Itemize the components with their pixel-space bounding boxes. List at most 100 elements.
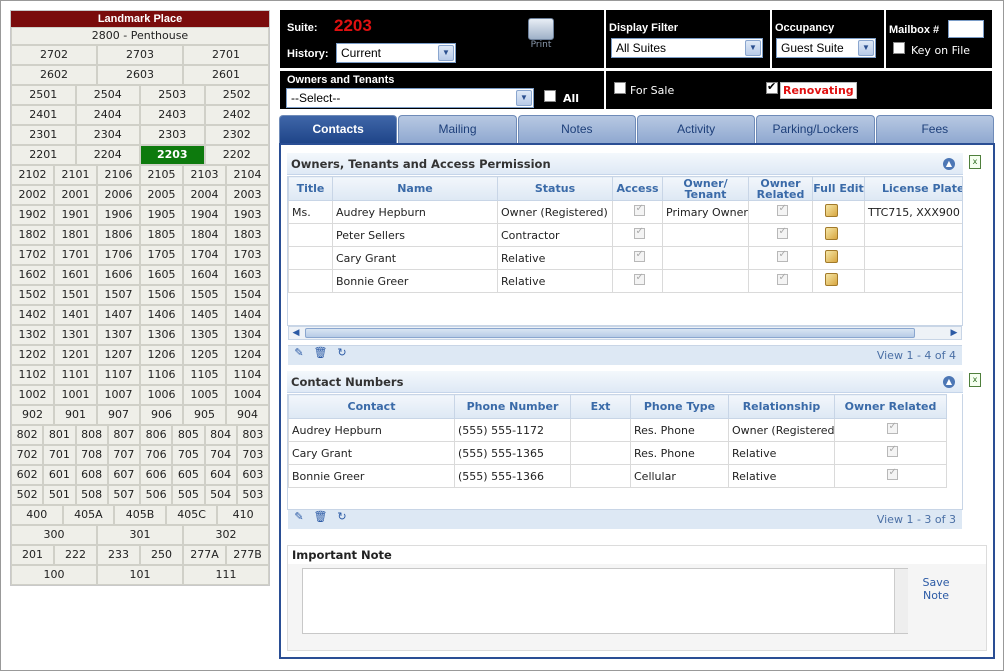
owners-col-header[interactable]: Title	[288, 176, 333, 201]
suite-cell-2104[interactable]: 2104	[226, 165, 269, 185]
suite-cell-503[interactable]: 503	[236, 485, 269, 505]
owners-col-header[interactable]: Access	[612, 176, 663, 201]
suite-cell-1702[interactable]: 1702	[11, 245, 54, 265]
suite-cell-601[interactable]: 601	[43, 465, 76, 485]
suite-cell-2602[interactable]: 2602	[11, 65, 97, 85]
suite-cell-1704[interactable]: 1704	[183, 245, 226, 265]
mailbox-input[interactable]	[948, 20, 984, 38]
suite-cell-807[interactable]: 807	[107, 425, 140, 445]
suite-cell-1803[interactable]: 1803	[226, 225, 269, 245]
horizontal-scrollbar[interactable]: ◀ ▶	[288, 326, 962, 340]
owners-col-header[interactable]: Name	[332, 176, 498, 201]
owners-col-header[interactable]: Status	[497, 176, 613, 201]
suite-cell-506[interactable]: 506	[140, 485, 173, 505]
history-select[interactable]: Current ▼	[336, 43, 456, 63]
refresh-icon[interactable]: ↻	[335, 510, 349, 523]
suite-cell-100[interactable]: 100	[11, 565, 97, 585]
suite-cell-2001[interactable]: 2001	[54, 185, 97, 205]
renovating-checkbox[interactable]	[766, 80, 778, 94]
owner-related-checkbox[interactable]	[886, 421, 898, 434]
suite-cell-2105[interactable]: 2105	[140, 165, 183, 185]
suite-cell-708[interactable]: 708	[75, 445, 108, 465]
suite-cell-1906[interactable]: 1906	[97, 205, 140, 225]
suite-cell-704[interactable]: 704	[204, 445, 237, 465]
owners-col-header[interactable]: License Plates	[864, 176, 962, 201]
suite-cell-301[interactable]: 301	[97, 525, 183, 545]
suite-cell-1701[interactable]: 1701	[54, 245, 97, 265]
access-checkbox[interactable]	[633, 272, 645, 285]
suite-cell-604[interactable]: 604	[204, 465, 237, 485]
contacts-col-header[interactable]: Relationship	[728, 394, 835, 419]
full-edit-icon[interactable]	[825, 204, 838, 217]
suite-cell-302[interactable]: 302	[183, 525, 269, 545]
suite-cell-1407[interactable]: 1407	[97, 305, 140, 325]
suite-cell-1805[interactable]: 1805	[140, 225, 183, 245]
refresh-icon[interactable]: ↻	[335, 346, 349, 359]
suite-cell-222[interactable]: 222	[54, 545, 97, 565]
suite-cell-1207[interactable]: 1207	[97, 345, 140, 365]
print-button[interactable]: Print	[527, 18, 555, 50]
suite-cell-1201[interactable]: 1201	[54, 345, 97, 365]
suite-cell-605[interactable]: 605	[172, 465, 205, 485]
suite-cell-1601[interactable]: 1601	[54, 265, 97, 285]
suite-cell-2404[interactable]: 2404	[75, 105, 140, 125]
suite-cell-1304[interactable]: 1304	[226, 325, 269, 345]
contacts-col-header[interactable]: Phone Number	[454, 394, 571, 419]
owner-related-checkbox[interactable]	[886, 444, 898, 457]
suite-cell-2203[interactable]: 2203	[140, 145, 205, 165]
suite-cell-410[interactable]: 410	[217, 505, 269, 525]
suite-cell-2304[interactable]: 2304	[75, 125, 140, 145]
suite-cell-2402[interactable]: 2402	[204, 105, 269, 125]
suite-cell-2503[interactable]: 2503	[140, 85, 205, 105]
table-row[interactable]: Cary Grant (555) 555-1365 Res. Phone Relati…	[288, 441, 947, 465]
suite-cell-1603[interactable]: 1603	[226, 265, 269, 285]
owners-col-header[interactable]: Owner/ Tenant	[662, 176, 749, 201]
suite-cell-1302[interactable]: 1302	[11, 325, 54, 345]
suite-cell-2002[interactable]: 2002	[11, 185, 54, 205]
suite-cell-1703[interactable]: 1703	[226, 245, 269, 265]
suite-cell-233[interactable]: 233	[97, 545, 140, 565]
suite-cell-2702[interactable]: 2702	[11, 45, 97, 65]
suite-cell-1602[interactable]: 1602	[11, 265, 54, 285]
contacts-col-header[interactable]: Ext	[570, 394, 631, 419]
suite-cell-2103[interactable]: 2103	[183, 165, 226, 185]
key-on-file-checkbox[interactable]	[893, 42, 905, 54]
suite-cell-907[interactable]: 907	[97, 405, 140, 425]
suite-cell-1406[interactable]: 1406	[140, 305, 183, 325]
suite-cell-1902[interactable]: 1902	[11, 205, 54, 225]
suite-cell-1901[interactable]: 1901	[54, 205, 97, 225]
suite-cell-1204[interactable]: 1204	[226, 345, 269, 365]
export-excel-icon[interactable]: x	[969, 155, 981, 169]
suite-cell-1002[interactable]: 1002	[11, 385, 54, 405]
suite-cell-1205[interactable]: 1205	[183, 345, 226, 365]
suite-cell-277a[interactable]: 277A	[183, 545, 226, 565]
suite-cell-2703[interactable]: 2703	[97, 45, 183, 65]
suite-cell-277b[interactable]: 277B	[226, 545, 269, 565]
for-sale-checkbox[interactable]	[614, 82, 626, 94]
suite-cell-505[interactable]: 505	[172, 485, 205, 505]
suite-cell-400[interactable]: 400	[11, 505, 63, 525]
display-filter-select[interactable]: All Suites ▼	[611, 38, 763, 58]
suite-cell-2701[interactable]: 2701	[183, 45, 269, 65]
collapse-icon[interactable]: ▲	[943, 158, 955, 170]
suite-cell-902[interactable]: 902	[11, 405, 54, 425]
suite-cell-1402[interactable]: 1402	[11, 305, 54, 325]
table-row[interactable]: Audrey Hepburn (555) 555-1172 Res. Phone Ow…	[288, 418, 947, 442]
suite-cell-2301[interactable]: 2301	[11, 125, 76, 145]
suite-cell-2102[interactable]: 2102	[11, 165, 54, 185]
table-row[interactable]: Peter Sellers Contractor	[288, 223, 962, 247]
suite-cell-1404[interactable]: 1404	[226, 305, 269, 325]
suite-cell-1806[interactable]: 1806	[97, 225, 140, 245]
suite-cell-250[interactable]: 250	[140, 545, 183, 565]
delete-icon[interactable]: 🗑	[314, 510, 328, 523]
suite-cell-2601[interactable]: 2601	[183, 65, 269, 85]
suite-cell-1802[interactable]: 1802	[11, 225, 54, 245]
suite-cell-1501[interactable]: 1501	[54, 285, 97, 305]
suite-cell-1107[interactable]: 1107	[97, 365, 140, 385]
table-row[interactable]: Cary Grant Relative	[288, 246, 962, 270]
suite-cell-1004[interactable]: 1004	[226, 385, 269, 405]
full-edit-icon[interactable]	[825, 273, 838, 286]
export-excel-icon[interactable]: x	[969, 373, 981, 387]
suite-cell-705[interactable]: 705	[172, 445, 205, 465]
suite-cell-2006[interactable]: 2006	[97, 185, 140, 205]
